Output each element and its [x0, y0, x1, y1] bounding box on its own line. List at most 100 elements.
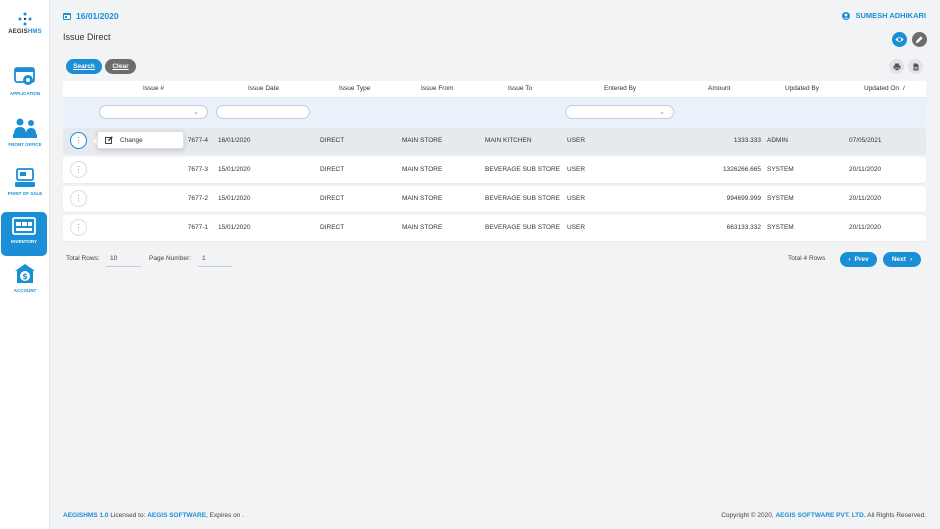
row-actions-button[interactable]: ⋮ — [70, 161, 87, 178]
total-rows-input[interactable]: 10 — [106, 252, 141, 267]
column-header-updated-on[interactable]: Updated On — [864, 85, 899, 92]
cell-issue-to: MAIN KITCHEN — [485, 137, 532, 144]
copyright-text: Copyright © 2020, — [721, 512, 776, 519]
context-menu-change[interactable]: Change — [120, 137, 143, 144]
cell-updated-on: 20/11/2020 — [849, 224, 882, 231]
cell-issue-type: DIRECT — [320, 195, 345, 202]
total-rows-summary: Total 4 Rows — [788, 255, 826, 262]
row-context-menu: Change — [97, 131, 184, 149]
cell-issue-no: 7677-1 — [187, 224, 208, 231]
next-button[interactable]: Next › — [883, 252, 921, 267]
table-row[interactable]: ⋮ 7677-4 16/01/2020 DIRECT MAIN STORE MA… — [63, 128, 926, 154]
cell-entered-by: USER — [567, 224, 586, 231]
cell-issue-to: BEVERAGE SUB STORE — [485, 195, 561, 202]
column-header-issue-no[interactable]: Issue # — [143, 85, 164, 92]
licensed-text: Licensed to: — [108, 512, 148, 519]
page-number-label: Page Number: — [149, 255, 191, 262]
chevron-down-icon: ⌄ — [659, 109, 665, 116]
chevron-right-icon: › — [909, 256, 913, 263]
cell-amount: 663133.332 — [726, 224, 761, 231]
issue-date-filter-input[interactable] — [216, 105, 310, 119]
svg-text:$: $ — [22, 272, 28, 281]
prev-button[interactable]: ‹ Prev — [840, 252, 877, 267]
sidebar-item-point-of-sale[interactable]: POINT OF SALE — [0, 168, 50, 216]
row-actions-button[interactable]: ⋮ — [70, 190, 87, 207]
prev-label: Prev — [854, 256, 869, 263]
kebab-icon: ⋮ — [74, 222, 83, 232]
pencil-icon — [915, 36, 923, 44]
cell-updated-by: SYSTEM — [767, 166, 794, 173]
sort-indicator[interactable]: / — [903, 85, 905, 92]
issue-no-filter-select[interactable]: ⌄ — [99, 105, 208, 119]
cell-issue-type: DIRECT — [320, 224, 345, 231]
column-header-issue-type[interactable]: Issue Type — [339, 85, 370, 92]
logo-text: AEGISHMS — [8, 29, 42, 35]
calendar-icon — [63, 13, 71, 20]
user-name: SUMESH ADHIKARI — [855, 11, 926, 20]
page-title: Issue Direct — [63, 32, 111, 42]
sidebar-item-label: ACCOUNT — [13, 288, 37, 293]
next-label: Next — [891, 256, 906, 263]
user-icon — [842, 11, 851, 20]
view-button[interactable] — [892, 32, 907, 47]
column-header-amount[interactable]: Amount — [708, 85, 730, 92]
cell-issue-date: 15/01/2020 — [218, 195, 251, 202]
table-row[interactable]: ⋮ 7677-3 15/01/2020 DIRECT MAIN STORE BE… — [63, 157, 926, 183]
app-logo[interactable]: AEGISHMS — [0, 12, 50, 35]
rights-text: All Rights Reserved. — [865, 512, 926, 519]
kebab-icon: ⋮ — [74, 135, 83, 145]
table-row[interactable]: ⋮ 7677-2 15/01/2020 DIRECT MAIN STORE BE… — [63, 186, 926, 212]
column-header-issue-date[interactable]: Issue Date — [248, 85, 279, 92]
cell-issue-from: MAIN STORE — [402, 137, 443, 144]
table-header: Issue # Issue Date Issue Type Issue From… — [63, 81, 926, 98]
expires-text: , Expires on . — [206, 512, 244, 519]
cell-entered-by: USER — [567, 137, 586, 144]
cell-amount: 1326266.665 — [723, 166, 761, 173]
cell-updated-on: 20/11/2020 — [849, 166, 882, 173]
row-actions-button[interactable]: ⋮ — [70, 132, 87, 149]
row-actions-button[interactable]: ⋮ — [70, 219, 87, 236]
kebab-icon: ⋮ — [74, 164, 83, 174]
user-menu[interactable]: SUMESH ADHIKARI — [842, 11, 926, 20]
licensee-name: AEGIS SOFTWARE — [147, 512, 207, 519]
sidebar-item-label: FRONT OFFICE — [8, 142, 42, 147]
cell-updated-on: 20/11/2020 — [849, 195, 882, 202]
export-button[interactable] — [908, 59, 923, 74]
header-date-text: 16/01/2020 — [76, 11, 119, 21]
application-settings-icon — [14, 67, 35, 85]
inventory-icon — [12, 217, 36, 235]
entered-by-filter-select[interactable]: ⌄ — [565, 105, 674, 119]
edit-button[interactable] — [912, 32, 927, 47]
cell-issue-from: MAIN STORE — [402, 224, 443, 231]
cell-updated-by: SYSTEM — [767, 224, 794, 231]
cell-amount: 994699.999 — [726, 195, 761, 202]
cell-issue-from: MAIN STORE — [402, 195, 443, 202]
cell-entered-by: USER — [567, 195, 586, 202]
table-row[interactable]: ⋮ 7677-1 15/01/2020 DIRECT MAIN STORE BE… — [63, 215, 926, 241]
print-button[interactable] — [889, 59, 904, 74]
sidebar-item-inventory[interactable]: INVENTORY — [1, 212, 47, 256]
sidebar: AEGISHMS APPLICATION FRONT OFFICE POINT … — [0, 0, 50, 529]
cell-amount: 1333.333 — [733, 137, 761, 144]
eye-icon — [895, 37, 904, 42]
page-number-input[interactable]: 1 — [198, 252, 232, 267]
sidebar-item-front-office[interactable]: FRONT OFFICE — [0, 117, 50, 165]
cell-issue-date: 15/01/2020 — [218, 224, 251, 231]
filter-row: ⌄ ⌄ — [63, 98, 926, 127]
header-date: 16/01/2020 — [63, 11, 119, 21]
footer-license: AEGISHMS 1.0 Licensed to: AEGIS SOFTWARE… — [63, 512, 244, 519]
search-button[interactable]: Search — [66, 59, 102, 74]
edit-square-icon — [105, 136, 113, 144]
column-header-updated-by[interactable]: Updated By — [785, 85, 819, 92]
sidebar-item-application[interactable]: APPLICATION — [0, 66, 50, 114]
cell-issue-no: 7677-3 — [187, 166, 208, 173]
company-name: AEGIS SOFTWARE PVT. LTD. — [775, 512, 866, 519]
column-header-entered-by[interactable]: Entered By — [604, 85, 636, 92]
logo-icon — [18, 12, 32, 26]
sidebar-item-account[interactable]: $ ACCOUNT — [0, 263, 50, 311]
column-header-issue-to[interactable]: Issue To — [508, 85, 532, 92]
clear-button[interactable]: Clear — [105, 59, 136, 74]
column-header-issue-from[interactable]: Issue From — [421, 85, 454, 92]
cell-updated-by: ADMIN — [767, 137, 788, 144]
sidebar-item-label: INVENTORY — [10, 239, 37, 244]
